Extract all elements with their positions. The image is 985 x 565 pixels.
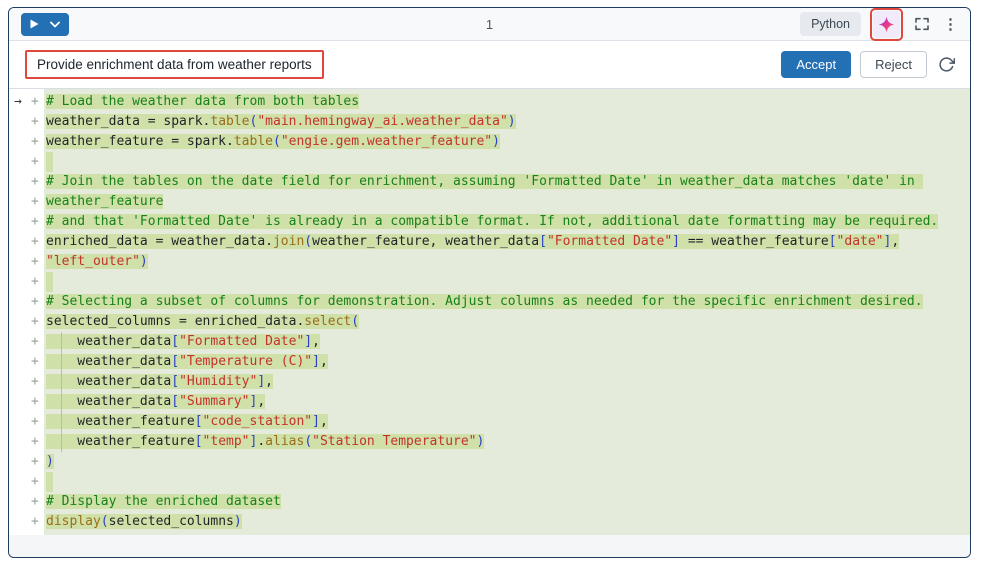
code-line: + weather_data["Temperature (C)"],	[9, 352, 970, 372]
code-editor[interactable]: →+# Load the weather data from both tabl…	[9, 89, 970, 557]
code-line: +)	[9, 452, 970, 472]
code-line: + weather_feature["code_station"],	[9, 412, 970, 432]
code-line: +	[9, 152, 970, 172]
code-line: +weather_data = spark.table("main.heming…	[9, 112, 970, 132]
annotation-box-prompt: Provide enrichment data from weather rep…	[25, 50, 324, 79]
annotation-box-assistant-icon	[870, 8, 903, 41]
kebab-icon: ⋮	[943, 17, 958, 32]
diff-add-marker: +	[31, 192, 44, 212]
diff-add-marker: +	[31, 312, 44, 332]
diff-add-marker: +	[31, 372, 44, 392]
execution-arrow-icon: →	[9, 92, 31, 112]
code-line: +	[9, 472, 970, 492]
reject-button[interactable]: Reject	[860, 51, 927, 78]
chevron-down-icon	[50, 21, 60, 28]
diff-add-marker: +	[31, 472, 44, 492]
code-line: +enriched_data = weather_data.join(weath…	[9, 232, 970, 252]
refresh-icon	[938, 56, 955, 73]
diff-add-marker: +	[31, 252, 44, 272]
diff-added-chunk: →+# Load the weather data from both tabl…	[9, 89, 970, 535]
diff-add-marker: +	[31, 352, 44, 372]
assistant-prompt-bar: Provide enrichment data from weather rep…	[9, 41, 970, 89]
sparkle-icon	[878, 16, 895, 33]
code-line: + weather_data["Humidity"],	[9, 372, 970, 392]
assistant-sparkle-button[interactable]	[873, 11, 900, 38]
diff-add-marker: +	[31, 92, 44, 112]
code-line: + weather_data["Summary"],	[9, 392, 970, 412]
code-line: + weather_feature["temp"].alias("Station…	[9, 432, 970, 452]
code-line: +"left_outer")	[9, 252, 970, 272]
code-line: +# Display the enriched dataset	[9, 492, 970, 512]
diff-add-marker: +	[31, 412, 44, 432]
cell-toolbar: 1 Python	[9, 8, 970, 41]
notebook-cell: 1 Python	[8, 7, 971, 558]
diff-add-marker: +	[31, 332, 44, 352]
code-line: +weather_feature = spark.table("engie.ge…	[9, 132, 970, 152]
code-line: +	[9, 272, 970, 292]
code-line: + weather_data["Formatted Date"],	[9, 332, 970, 352]
assistant-prompt-input[interactable]: Provide enrichment data from weather rep…	[37, 57, 312, 72]
code-line: +# Join the tables on the date field for…	[9, 172, 970, 192]
diff-add-marker: +	[31, 112, 44, 132]
diff-add-marker: +	[31, 232, 44, 252]
kebab-menu-button[interactable]: ⋮	[941, 15, 960, 34]
diff-add-marker: +	[31, 512, 44, 532]
accept-button[interactable]: Accept	[781, 51, 851, 78]
diff-add-marker: +	[31, 152, 44, 172]
code-line: →+# Load the weather data from both tabl…	[9, 92, 970, 112]
diff-add-marker: +	[31, 432, 44, 452]
code-line: +selected_columns = enriched_data.select…	[9, 312, 970, 332]
run-button[interactable]	[21, 13, 69, 36]
diff-add-marker: +	[31, 132, 44, 152]
code-line: +weather_feature	[9, 192, 970, 212]
language-selector[interactable]: Python	[800, 12, 861, 36]
play-icon	[30, 19, 39, 29]
diff-add-marker: +	[31, 272, 44, 292]
diff-add-marker: +	[31, 212, 44, 232]
code-line: +display(selected_columns)	[9, 512, 970, 532]
expand-icon	[914, 16, 930, 32]
diff-add-marker: +	[31, 492, 44, 512]
diff-add-marker: +	[31, 292, 44, 312]
diff-add-marker: +	[31, 392, 44, 412]
expand-button[interactable]	[912, 14, 932, 34]
diff-add-marker: +	[31, 172, 44, 192]
regenerate-button[interactable]	[936, 54, 957, 75]
code-lines: →+# Load the weather data from both tabl…	[9, 92, 970, 532]
code-line: +# Selecting a subset of columns for dem…	[9, 292, 970, 312]
code-line: +# and that 'Formatted Date' is already …	[9, 212, 970, 232]
diff-add-marker: +	[31, 452, 44, 472]
